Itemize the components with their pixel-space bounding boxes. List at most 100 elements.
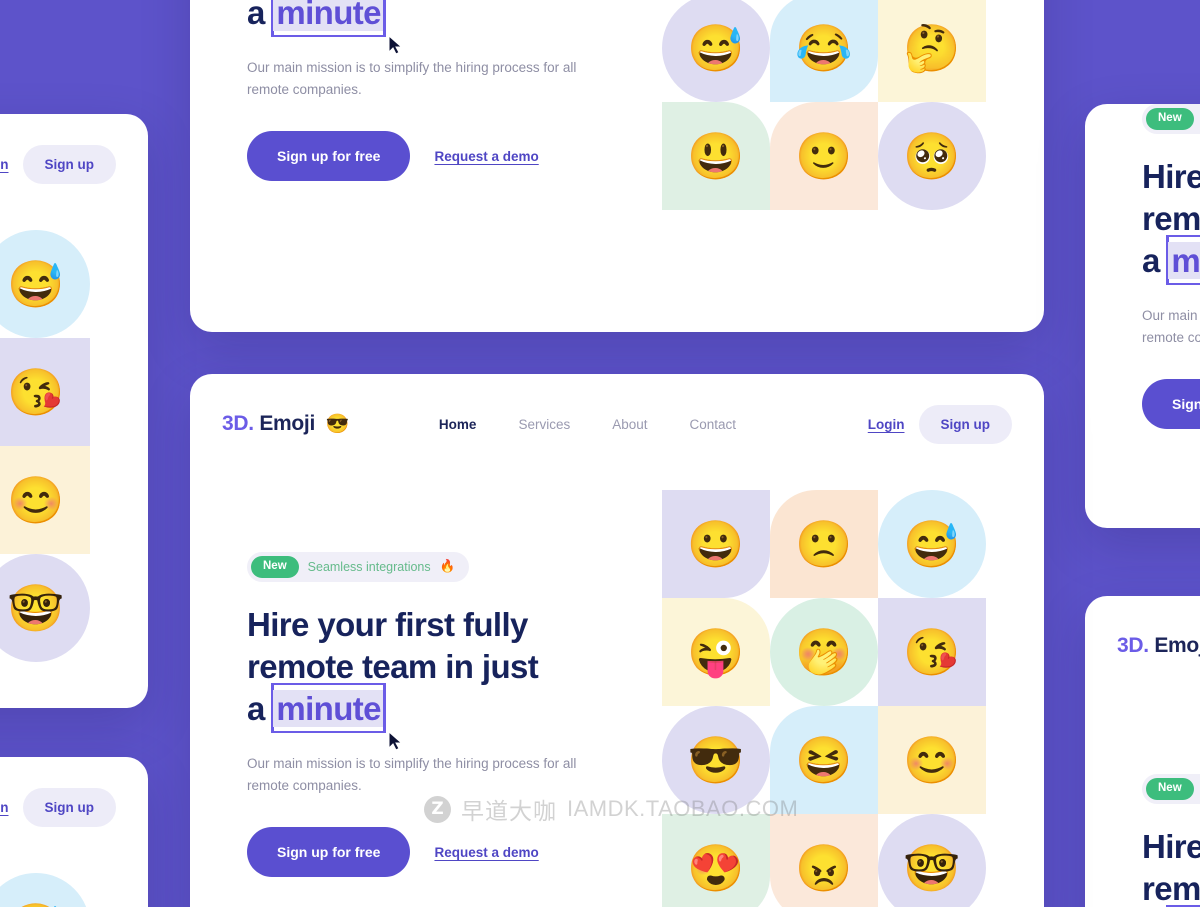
hero-headline-right-1: Hire your first fully remote team in jus… (1142, 156, 1200, 285)
hero-subtext-right-1: Our main mission is to simplify the hiri… (1142, 307, 1200, 345)
headline-line-3-prefix: a (1142, 242, 1160, 280)
emoji-tile: 😀 (662, 490, 770, 598)
login-link[interactable]: Login (0, 800, 9, 815)
emoji-tile: 😍 (662, 814, 770, 907)
angry-face-icon: 😠 (795, 842, 853, 894)
login-link[interactable]: Login (0, 157, 9, 172)
brand-logo-right-2[interactable]: 3D. Emoji 😎 (1117, 634, 1200, 658)
selection-bar-right (382, 683, 386, 733)
mouse-cursor-icon (388, 34, 403, 55)
headline-highlight-wrapper[interactable]: minute (1166, 235, 1200, 285)
nav-link-about[interactable]: About (612, 417, 647, 432)
nav-bar-right-2: 3D. Emoji 😎 Home Services About Contact … (1085, 624, 1200, 668)
headline-highlight-word: minute (273, 0, 384, 32)
card-right-partial-2[interactable]: 3D. Emoji 😎 Home Services About Contact … (1085, 596, 1200, 907)
card-right-partial-1[interactable]: New Seamless integrations 🔥 Hire your fi… (1085, 104, 1200, 528)
signup-button[interactable]: Sign up (22, 787, 116, 827)
nav-link-services[interactable]: Services (518, 417, 570, 432)
emoji-tile: 😊 (0, 446, 90, 554)
badge-new-label: New (251, 556, 299, 578)
badge-text-label: Seamless integrations (307, 559, 431, 574)
badge-new-label: New (1146, 108, 1194, 130)
smiling-face-with-smiling-eyes-icon: 😊 (7, 474, 65, 526)
nav-actions-left-2: Login Sign up (0, 787, 116, 827)
request-a-demo-link[interactable]: Request a demo (434, 149, 538, 164)
signup-button[interactable]: Sign up (22, 144, 116, 184)
emoji-tile: 🙂 (770, 102, 878, 210)
badge-seamless-integrations-right-1[interactable]: New Seamless integrations 🔥 (1142, 104, 1200, 134)
winking-face-with-tongue-icon: 😜 (687, 626, 745, 678)
signup-for-free-button[interactable]: Sign up for free (247, 827, 411, 878)
hero-cta-row-right-1: Sign up for free Request a demo (1142, 379, 1200, 430)
nav-actions-main: Login Sign up (868, 404, 1012, 444)
face-blowing-a-kiss-icon: 😘 (7, 366, 65, 418)
emoji-tile: 🤓 (0, 554, 90, 662)
hero-content-right-1: New Seamless integrations 🔥 Hire your fi… (1142, 104, 1200, 430)
grinning-face-with-sweat-icon: 😅 (903, 518, 961, 570)
badge-new-label: New (1146, 778, 1194, 800)
login-link[interactable]: Login (868, 417, 905, 432)
headline-highlight-word: minute (1168, 242, 1200, 280)
emoji-tile: 😂 (770, 0, 878, 102)
hero-subtext: Our main mission is to simplify the hiri… (247, 755, 577, 793)
headline-line-1: Hire your first fully (247, 605, 528, 643)
hero-content-right-2: New Seamless integrations 🔥 Hire your fi… (1142, 774, 1200, 907)
emoji-tile: 😘 (878, 598, 986, 706)
mouse-cursor-icon (388, 730, 403, 751)
card-left-partial-2[interactable]: 3D. Emoji 😎 Home Services About Contact … (0, 757, 148, 907)
emoji-tile: 😅 (662, 0, 770, 102)
headline-highlight-wrapper[interactable]: minute (271, 0, 403, 55)
card-top-partial[interactable]: 3D. Emoji 😎 Home Services About Contact … (190, 0, 1044, 332)
signup-for-free-button[interactable]: Sign up for free (1142, 379, 1200, 430)
face-with-hand-over-mouth-icon: 🤭 (795, 626, 853, 678)
brand-prefix: 3D. (222, 412, 254, 435)
brand-logo-main[interactable]: 3D. Emoji 😎 (222, 412, 349, 436)
selection-bar-right (382, 0, 386, 37)
grinning-face-icon: 😀 (687, 518, 745, 570)
emoji-tile: 🤓 (878, 814, 986, 907)
headline-line-2: remote team in just (1142, 870, 1200, 907)
brand-name: Emoji (1154, 634, 1200, 657)
emoji-tile: 😊 (878, 706, 986, 814)
emoji-tile: 😘 (0, 338, 90, 446)
headline-line-3-prefix: a (247, 690, 265, 728)
emoji-tile: 😠 (770, 814, 878, 907)
emoji-tile: 😃 (662, 102, 770, 210)
signup-button[interactable]: Sign up (918, 404, 1012, 444)
hero-headline-right-2: Hire your first fully remote team in jus… (1142, 826, 1200, 907)
badge-seamless-integrations[interactable]: New Seamless integrations 🔥 (247, 552, 470, 582)
smiling-face-with-sunglasses-icon: 😎 (687, 734, 745, 786)
emoji-tile: 😅 (878, 490, 986, 598)
emoji-grid-main: 😀 🙁 😅 😜 🤭 😘 😎 😆 😊 😍 😠 🤓 (662, 490, 986, 907)
emoji-tile: 😅 (0, 230, 90, 338)
headline-line-3-prefix: a (247, 0, 265, 32)
nav-bar-left-2: 3D. Emoji 😎 Home Services About Contact … (0, 785, 148, 829)
sunglasses-emoji-icon: 😎 (325, 414, 350, 435)
emoji-tile: 😆 (770, 706, 878, 814)
pleading-face-icon: 🥺 (903, 130, 961, 182)
grinning-face-with-sweat-icon: 😅 (687, 22, 745, 74)
emoji-tile: 😅 (0, 873, 90, 907)
emoji-tile: 😎 (662, 706, 770, 814)
nav-bar-left-1: 3D. Emoji 😎 Home Services About Contact … (0, 142, 148, 186)
nav-link-contact[interactable]: Contact (689, 417, 736, 432)
hero-content-main: New Seamless integrations 🔥 Hire your fi… (247, 552, 607, 878)
nav-link-home[interactable]: Home (439, 417, 477, 432)
card-left-partial-1[interactable]: 3D. Emoji 😎 Home Services About Contact … (0, 114, 148, 708)
hero-cta-row-top: Sign up for free Request a demo (247, 131, 607, 182)
hero-content-top: New Seamless integrations 🔥 Hire your fi… (247, 0, 607, 182)
card-main[interactable]: 3D. Emoji 😎 Home Services About Contact … (190, 374, 1044, 907)
emoji-grid-left-2: 😀🙁😅😜🤭😘😎😆😊😍😠🤓 (0, 873, 90, 907)
nerd-face-icon: 🤓 (7, 582, 65, 634)
request-a-demo-link[interactable]: Request a demo (434, 845, 538, 860)
slightly-smiling-face-icon: 🙂 (795, 130, 853, 182)
face-blowing-a-kiss-icon: 😘 (903, 626, 961, 678)
signup-for-free-button[interactable]: Sign up for free (247, 131, 411, 182)
smiling-face-with-heart-eyes-icon: 😍 (687, 842, 745, 894)
emoji-tile: 😜 (662, 598, 770, 706)
grinning-squinting-face-icon: 😆 (795, 734, 853, 786)
emoji-grid-left-1: 😀🙁😅😜🤭😘😎😆😊😍😠🤓 (0, 230, 90, 662)
badge-seamless-integrations-right-2[interactable]: New Seamless integrations 🔥 (1142, 774, 1200, 804)
headline-highlight-wrapper[interactable]: minute (271, 683, 403, 751)
nav-actions-left-1: Login Sign up (0, 144, 116, 184)
